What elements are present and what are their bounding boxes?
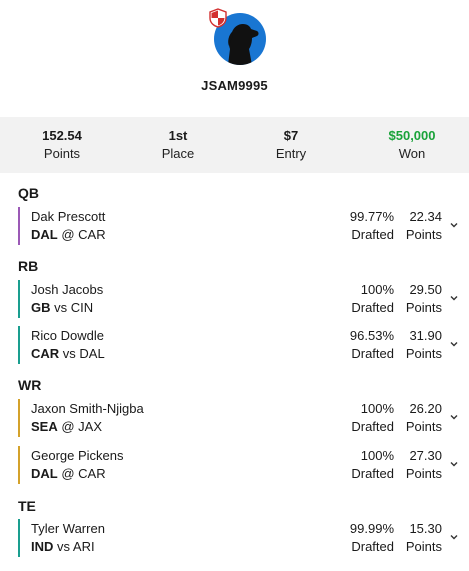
matchup: @ JAX [61, 419, 103, 434]
stat-label: Points [43, 146, 81, 161]
chevron-down-icon[interactable] [449, 339, 459, 349]
points-stat: 15.30 Points [406, 520, 442, 556]
stat-value: 152.54 [42, 128, 82, 143]
points-value: 26.20 [409, 401, 442, 416]
player-row[interactable]: Rico Dowdle CAR vs DAL 96.53% Drafted 31.… [18, 326, 469, 364]
chevron-down-icon[interactable] [449, 412, 459, 422]
points-label: Points [405, 346, 442, 361]
points-value: 27.30 [409, 448, 442, 463]
player-game: GB vs CIN [31, 299, 93, 317]
drafted-pct: 99.99% [349, 521, 394, 536]
points-label: Points [405, 300, 442, 315]
drafted-stat: 100% Drafted [351, 281, 394, 317]
points-stat: 31.90 Points [406, 327, 442, 363]
stat-label: Won [398, 146, 426, 161]
player-name: Rico Dowdle [31, 328, 104, 343]
drafted-label: Drafted [351, 539, 394, 554]
player-name: Jaxon Smith-Njigba [31, 401, 144, 416]
drafted-pct: 99.77% [349, 209, 394, 224]
team-abbr: DAL [31, 227, 58, 242]
matchup: vs DAL [62, 346, 105, 361]
team-abbr: GB [31, 300, 51, 315]
stat-points: 152.54 Points [7, 127, 117, 163]
drafted-label: Drafted [351, 466, 394, 481]
player-name: Dak Prescott [31, 209, 106, 224]
points-label: Points [405, 419, 442, 434]
chevron-down-icon[interactable] [449, 459, 459, 469]
player-game: DAL @ CAR [31, 465, 106, 483]
stats-bar: 152.54 Points 1st Place $7 Entry $50,000… [0, 117, 469, 173]
section-title-qb: QB [18, 185, 39, 201]
profile-header: JSAM9995 [0, 0, 469, 117]
drafted-pct: 96.53% [349, 328, 394, 343]
position-bar [18, 446, 20, 484]
drafted-pct: 100% [360, 282, 394, 297]
points-value: 22.34 [409, 209, 442, 224]
section-title-wr: WR [18, 377, 42, 393]
matchup: vs CIN [54, 300, 94, 315]
position-bar [18, 326, 20, 364]
points-value: 15.30 [409, 521, 442, 536]
drafted-label: Drafted [351, 300, 394, 315]
drafted-pct: 100% [360, 401, 394, 416]
player-game: CAR vs DAL [31, 345, 105, 363]
drafted-stat: 99.77% Drafted [350, 208, 394, 244]
drafted-stat: 100% Drafted [351, 400, 394, 436]
drafted-stat: 100% Drafted [351, 447, 394, 483]
player-game: IND vs ARI [31, 538, 95, 556]
matchup: vs ARI [57, 539, 95, 554]
drafted-pct: 100% [360, 448, 394, 463]
position-bar [18, 399, 20, 437]
drafted-stat: 96.53% Drafted [350, 327, 394, 363]
team-abbr: IND [31, 539, 54, 554]
points-value: 31.90 [409, 328, 442, 343]
points-stat: 27.30 Points [406, 447, 442, 483]
stat-label: Place [161, 146, 195, 161]
stat-entry: $7 Entry [236, 127, 346, 163]
stat-value: 1st [168, 128, 188, 143]
points-stat: 26.20 Points [406, 400, 442, 436]
player-name: Tyler Warren [31, 521, 105, 536]
section-title-te: TE [18, 498, 36, 514]
player-row[interactable]: Josh Jacobs GB vs CIN 100% Drafted 29.50 P… [18, 280, 469, 318]
drafted-stat: 99.99% Drafted [350, 520, 394, 556]
points-label: Points [405, 466, 442, 481]
shield-badge-icon [209, 8, 227, 28]
chevron-down-icon[interactable] [449, 532, 459, 542]
position-bar [18, 280, 20, 318]
position-bar [18, 207, 20, 245]
player-game: SEA @ JAX [31, 418, 102, 436]
matchup: @ CAR [61, 227, 106, 242]
username: JSAM9995 [201, 78, 268, 93]
section-title-rb: RB [18, 258, 39, 274]
team-abbr: SEA [31, 419, 58, 434]
chevron-down-icon[interactable] [449, 220, 459, 230]
player-row[interactable]: Dak Prescott DAL @ CAR 99.77% Drafted 22.… [18, 207, 469, 245]
points-stat: 22.34 Points [406, 208, 442, 244]
player-row[interactable]: Tyler Warren IND vs ARI 99.99% Drafted 15… [18, 519, 469, 557]
stat-label: Entry [275, 146, 307, 161]
player-row[interactable]: George Pickens DAL @ CAR 100% Drafted 27.… [18, 446, 469, 484]
matchup: @ CAR [61, 466, 106, 481]
points-label: Points [405, 539, 442, 554]
stat-value: $7 [283, 128, 299, 143]
drafted-label: Drafted [351, 227, 394, 242]
stat-value: $50,000 [388, 128, 436, 143]
drafted-label: Drafted [351, 346, 394, 361]
team-abbr: CAR [31, 346, 60, 361]
player-row[interactable]: Jaxon Smith-Njigba SEA @ JAX 100% Drafted… [18, 399, 469, 437]
points-label: Points [405, 227, 442, 242]
stat-won: $50,000 Won [357, 127, 467, 163]
points-stat: 29.50 Points [406, 281, 442, 317]
player-game: DAL @ CAR [31, 226, 106, 244]
drafted-label: Drafted [351, 419, 394, 434]
player-name: Josh Jacobs [31, 282, 104, 297]
stat-place: 1st Place [123, 127, 233, 163]
points-value: 29.50 [409, 282, 442, 297]
team-abbr: DAL [31, 466, 58, 481]
position-bar [18, 519, 20, 557]
chevron-down-icon[interactable] [449, 293, 459, 303]
player-name: George Pickens [31, 448, 124, 463]
